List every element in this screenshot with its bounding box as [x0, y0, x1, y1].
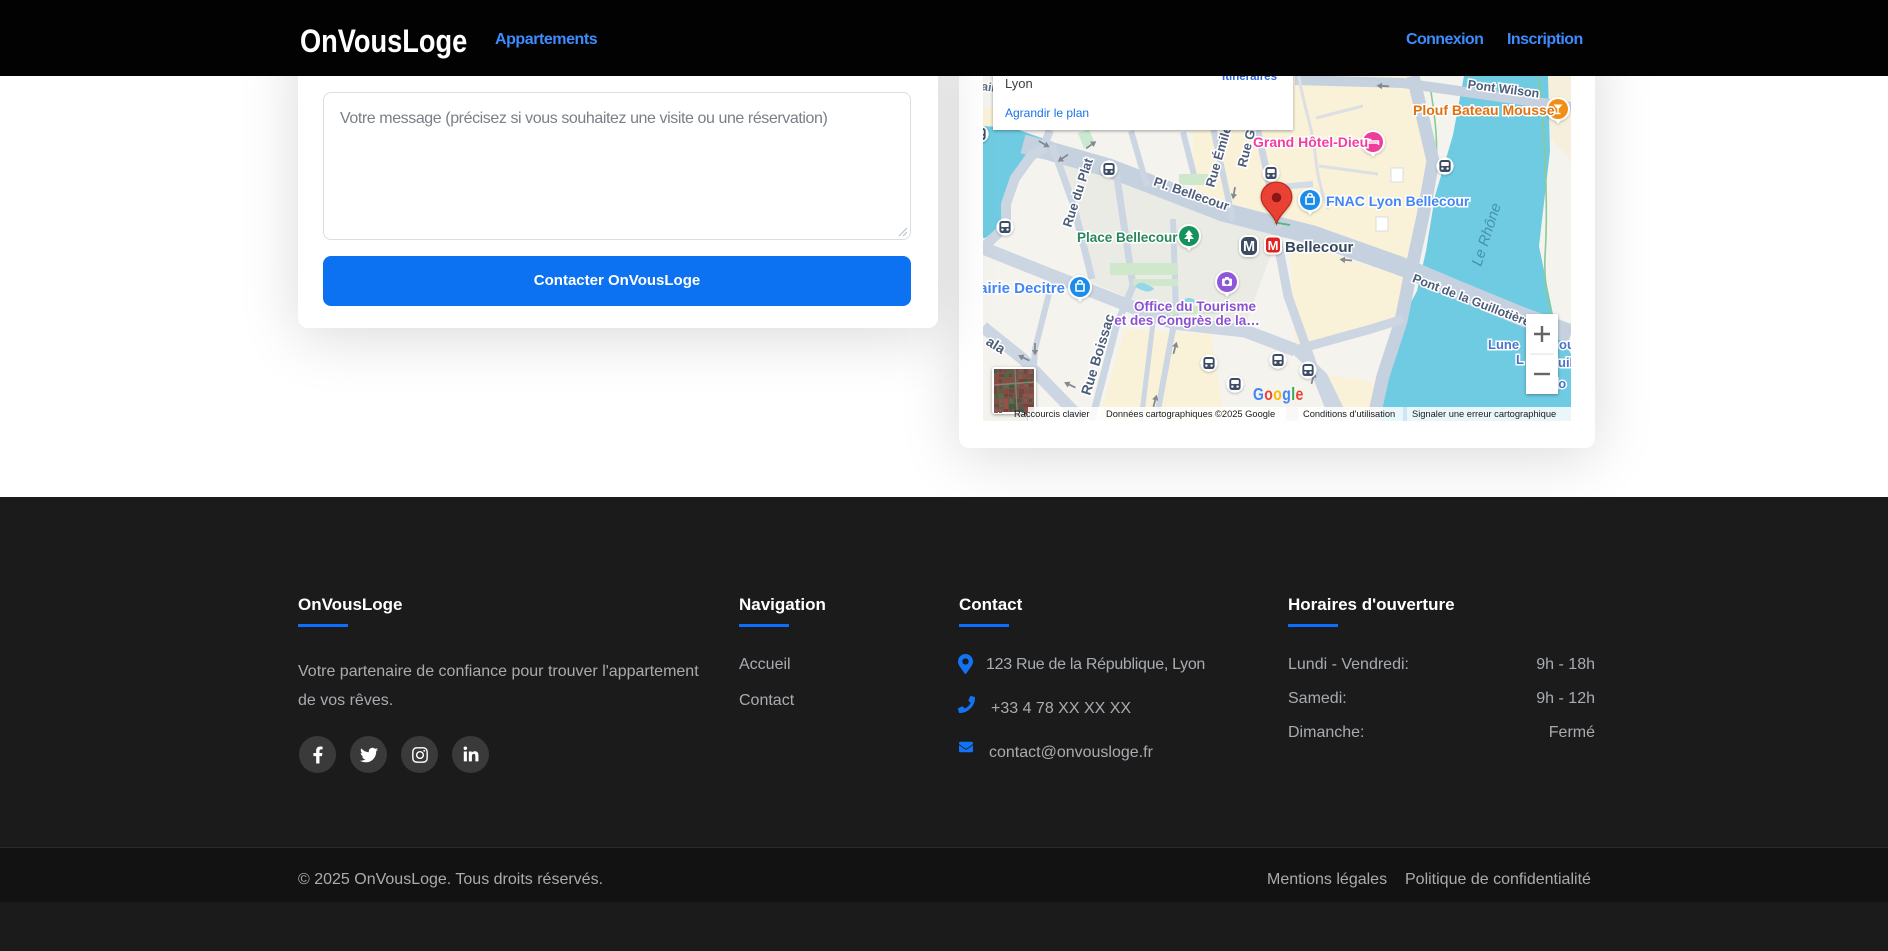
svg-text:Place Bellecour: Place Bellecour [1077, 230, 1178, 245]
svg-text:Google: Google [1253, 384, 1304, 404]
svg-text:FNAC Lyon Bellecour: FNAC Lyon Bellecour [1326, 193, 1470, 209]
svg-text:Bellecour: Bellecour [1285, 239, 1354, 256]
svg-text:Données cartographiques ©2025: Données cartographiques ©2025 Google [1106, 409, 1275, 419]
svg-text:M: M [1243, 239, 1255, 255]
svg-text:rairie Decitre: rairie Decitre [983, 280, 1065, 297]
svg-text:Raccourcis clavier: Raccourcis clavier [1014, 409, 1089, 419]
svg-text:Office du Tourisme: Office du Tourisme [1134, 299, 1257, 314]
svg-text:uil: uil [1558, 355, 1571, 370]
svg-text:Signaler une erreur cartograph: Signaler une erreur cartographique [1412, 409, 1556, 419]
svg-text:ou: ou [1559, 337, 1571, 352]
svg-text:Agrandir le plan: Agrandir le plan [1005, 106, 1089, 120]
svg-text:Grand Hôtel-Dieu: Grand Hôtel-Dieu [1253, 134, 1368, 150]
svg-text:Lyon: Lyon [1005, 76, 1033, 91]
svg-text:Itinéraires: Itinéraires [1222, 76, 1277, 83]
svg-text:Conditions d'utilisation: Conditions d'utilisation [1303, 409, 1395, 419]
svg-text:Lune: Lune [1488, 337, 1519, 352]
svg-text:M: M [1268, 238, 1279, 253]
svg-text:et des Congrès de la…: et des Congrès de la… [1114, 313, 1260, 328]
svg-text:Plouf Bateau Mousse: Plouf Bateau Mousse [1413, 102, 1555, 118]
svg-text:L: L [1516, 352, 1524, 367]
